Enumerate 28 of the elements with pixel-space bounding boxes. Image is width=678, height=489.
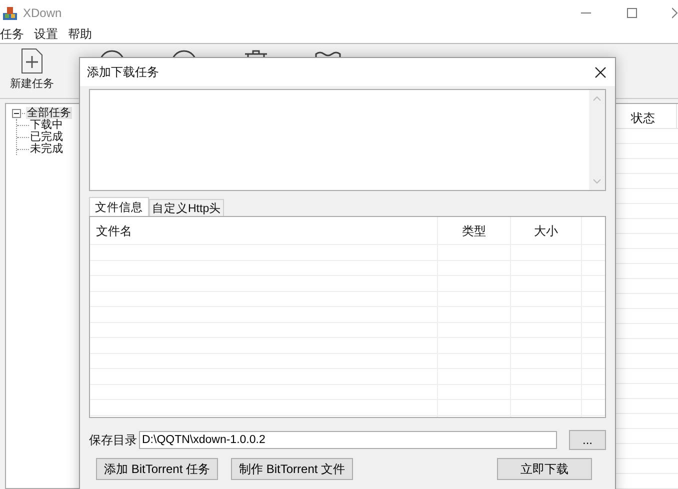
tree-item[interactable]: 未完成 (29, 143, 64, 155)
tree-item[interactable]: 全部任务 (26, 107, 72, 119)
new-file-icon (21, 48, 43, 74)
menu-item[interactable]: 任务 (0, 26, 24, 43)
tab[interactable]: 自定义Http头 (149, 199, 224, 216)
dialog-title: 添加下载任务 (87, 64, 159, 80)
save-path-field[interactable]: D:\QQTN\xdown-1.0.0.2 (139, 431, 557, 449)
column-header[interactable]: 文件名 (90, 217, 437, 244)
action-button[interactable]: 添加 BitTorrent 任务 (96, 458, 218, 480)
download-now-button[interactable]: 立即下载 (497, 458, 592, 480)
action-button[interactable]: 制作 BitTorrent 文件 (231, 458, 354, 480)
menu-item[interactable]: 设置 (34, 26, 58, 43)
browse-button[interactable]: ... (569, 430, 606, 450)
tree-item[interactable]: 已完成 (29, 131, 64, 143)
close-icon[interactable] (595, 66, 606, 78)
menu-item[interactable]: 帮助 (68, 26, 92, 43)
tree-item[interactable]: 下载中 (29, 119, 64, 131)
maximize-icon[interactable] (626, 7, 638, 19)
url-input[interactable] (89, 89, 606, 191)
collapse-icon[interactable] (12, 108, 21, 118)
app-icon (2, 5, 18, 21)
save-directory-label: 保存目录 (89, 432, 137, 448)
tab[interactable]: 文件信息 (89, 197, 149, 216)
column-header[interactable]: 状态 (627, 104, 677, 128)
window-title: XDown (23, 6, 62, 20)
new-task-button[interactable]: 新建任务 (10, 44, 54, 91)
column-header[interactable]: 大小 (510, 217, 581, 244)
column-header[interactable]: 类型 (437, 217, 510, 244)
